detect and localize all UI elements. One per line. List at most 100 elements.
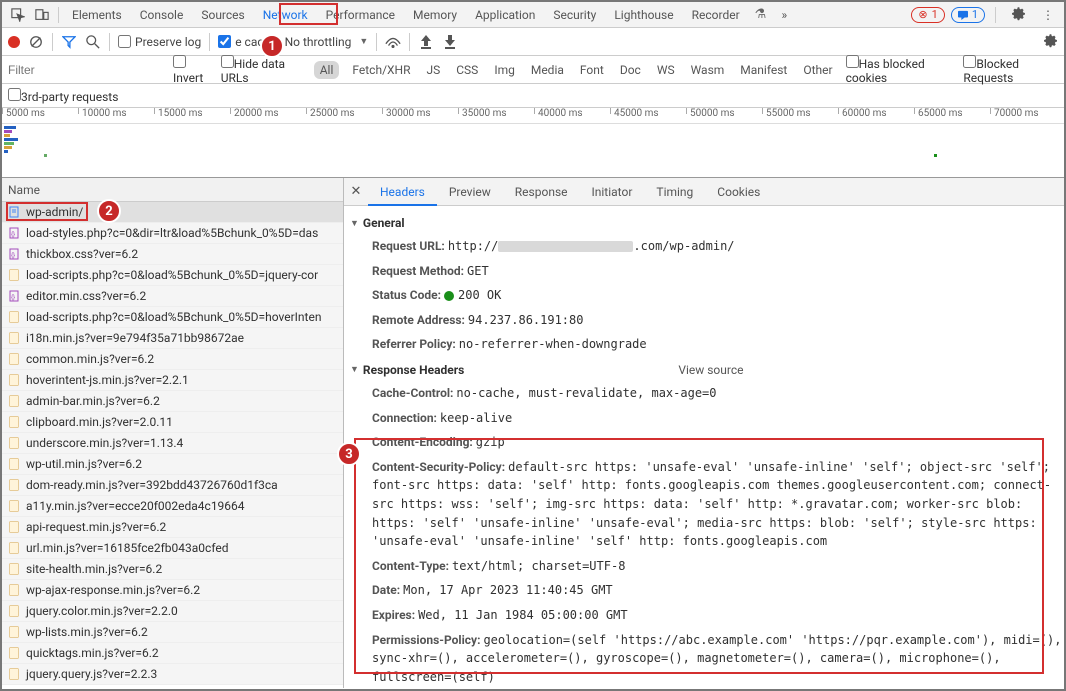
filter-type-ws[interactable]: WS [654, 61, 678, 79]
request-row[interactable]: wp-util.min.js?ver=6.2 [2, 454, 343, 475]
devtools-tab-security[interactable]: Security [544, 2, 605, 28]
has-blocked-cookies-checkbox[interactable]: Has blocked cookies [846, 55, 954, 85]
message-count-pill[interactable]: 1 [951, 7, 985, 23]
name-column-header[interactable]: Name [2, 178, 343, 202]
detail-tab-response[interactable]: Response [503, 178, 580, 206]
request-name: url.min.js?ver=16185fce2fb043a0cfed [26, 541, 228, 555]
detail-tab-cookies[interactable]: Cookies [705, 178, 772, 206]
request-row[interactable]: jquery.query.js?ver=2.2.3 [2, 664, 343, 685]
detail-tab-timing[interactable]: Timing [644, 178, 705, 206]
request-row[interactable]: wp-lists.min.js?ver=6.2 [2, 622, 343, 643]
request-row[interactable]: site-health.min.js?ver=6.2 [2, 559, 343, 580]
filter-type-media[interactable]: Media [528, 61, 567, 79]
request-row[interactable]: load-scripts.php?c=0&load%5Bchunk_0%5D=j… [2, 265, 343, 286]
filter-type-doc[interactable]: Doc [617, 61, 644, 79]
detail-tab-preview[interactable]: Preview [437, 178, 503, 206]
devtools-tab-memory[interactable]: Memory [404, 2, 466, 28]
blocked-requests-checkbox[interactable]: Blocked Requests [963, 55, 1058, 85]
preserve-log-checkbox[interactable]: Preserve log [118, 35, 201, 49]
devtools-tab-console[interactable]: Console [131, 2, 193, 28]
chevron-down-icon[interactable]: ▼ [359, 36, 368, 47]
request-row[interactable]: clipboard.min.js?ver=2.0.11 [2, 412, 343, 433]
request-row[interactable]: wp-ajax-response.min.js?ver=6.2 [2, 580, 343, 601]
filter-type-font[interactable]: Font [577, 61, 607, 79]
request-row[interactable]: common.min.js?ver=6.2 [2, 349, 343, 370]
request-row[interactable]: i18n.min.js?ver=9e794f35a71bb98672ae [2, 328, 343, 349]
timeline-ruler: 5000 ms10000 ms15000 ms20000 ms25000 ms3… [2, 108, 1064, 124]
request-row[interactable]: wp-admin/ [2, 202, 343, 223]
filter-icon[interactable] [61, 34, 77, 50]
filter-input[interactable] [8, 63, 163, 77]
inspect-icon[interactable] [6, 3, 30, 27]
headers-body[interactable]: ▼General Request URL: http://.com/wp-adm… [344, 206, 1064, 688]
devtools-tab-network[interactable]: Network [254, 2, 317, 28]
close-panel-icon[interactable]: ✕ [344, 184, 368, 199]
clear-icon[interactable] [28, 34, 44, 50]
devtools-tab-lighthouse[interactable]: Lighthouse [605, 2, 682, 28]
throttling-select[interactable]: No throttling [285, 35, 352, 49]
file-type-icon [8, 584, 20, 596]
devtools-tab-performance[interactable]: Performance [317, 2, 404, 28]
response-headers-section[interactable]: ▼Response HeadersView source [350, 357, 1064, 381]
filter-type-manifest[interactable]: Manifest [737, 61, 790, 79]
response-header-row: Permissions-Policy: geolocation=(self 'h… [350, 628, 1064, 689]
third-party-checkbox[interactable]: 3rd-party requests [8, 88, 118, 104]
network-conditions-icon[interactable] [385, 34, 401, 50]
request-row[interactable]: api-request.min.js?ver=6.2 [2, 517, 343, 538]
request-name: site-health.min.js?ver=6.2 [26, 562, 162, 576]
request-row[interactable]: load-scripts.php?c=0&load%5Bchunk_0%5D=h… [2, 307, 343, 328]
devtools-tab-application[interactable]: Application [466, 2, 544, 28]
request-row[interactable]: a11y.min.js?ver=ecce20f002eda4c19664 [2, 496, 343, 517]
error-count-pill[interactable]: ⊗ 1 [911, 7, 944, 23]
filter-type-other[interactable]: Other [800, 61, 835, 79]
kebab-menu-icon[interactable]: ⋮ [1036, 3, 1060, 27]
request-row[interactable]: {}thickbox.css?ver=6.2 [2, 244, 343, 265]
request-name: wp-ajax-response.min.js?ver=6.2 [26, 583, 200, 597]
filter-type-css[interactable]: CSS [453, 61, 481, 79]
filter-type-img[interactable]: Img [491, 61, 518, 79]
request-row[interactable]: dom-ready.min.js?ver=392bdd43726760d1f3c… [2, 475, 343, 496]
file-type-icon [8, 479, 20, 491]
request-row[interactable]: {}editor.min.css?ver=6.2 [2, 286, 343, 307]
request-row[interactable]: underscore.min.js?ver=1.13.4 [2, 433, 343, 454]
network-settings-gear-icon[interactable] [1042, 34, 1058, 50]
upload-har-icon[interactable] [418, 34, 434, 50]
device-toggle-icon[interactable] [30, 3, 54, 27]
tab-bar-right: ⊗ 1 1 ⋮ [911, 3, 1060, 27]
annotation-badge-2: 2 [97, 199, 121, 223]
request-method-row: Request Method: GET [350, 259, 1064, 284]
detail-tab-initiator[interactable]: Initiator [580, 178, 645, 206]
request-name: quicktags.min.js?ver=6.2 [26, 646, 159, 660]
search-icon[interactable] [85, 34, 101, 50]
filter-type-wasm[interactable]: Wasm [688, 61, 728, 79]
filter-type-js[interactable]: JS [424, 61, 444, 79]
general-section[interactable]: ▼General [350, 210, 1064, 234]
request-row[interactable]: url.min.js?ver=16185fce2fb043a0cfed [2, 538, 343, 559]
file-type-icon [8, 458, 20, 470]
request-row[interactable]: jquery.color.min.js?ver=2.2.0 [2, 601, 343, 622]
detail-tab-headers[interactable]: Headers [368, 178, 437, 206]
more-tabs-icon[interactable]: » [772, 3, 796, 27]
filter-type-fetch-xhr[interactable]: Fetch/XHR [349, 61, 413, 79]
download-har-icon[interactable] [442, 34, 458, 50]
request-row[interactable]: admin-bar.min.js?ver=6.2 [2, 391, 343, 412]
devtools-tab-sources[interactable]: Sources [192, 2, 253, 28]
devtools-tab-recorder[interactable]: Recorder [683, 2, 749, 28]
waterfall-overview[interactable]: 5000 ms10000 ms15000 ms20000 ms25000 ms3… [2, 108, 1064, 178]
response-header-row: Connection: keep-alive [350, 406, 1064, 431]
devtools-tab-elements[interactable]: Elements [63, 2, 131, 28]
request-row[interactable]: quicktags.min.js?ver=6.2 [2, 643, 343, 664]
hide-data-urls-checkbox[interactable]: Hide data URLs [221, 55, 304, 85]
filter-type-all[interactable]: All [314, 61, 340, 79]
view-source-link[interactable]: View source [678, 363, 743, 377]
request-name: underscore.min.js?ver=1.13.4 [26, 436, 183, 450]
invert-checkbox[interactable]: Invert [173, 55, 211, 85]
request-row[interactable]: hoverintent-js.min.js?ver=2.2.1 [2, 370, 343, 391]
record-button[interactable] [8, 36, 20, 48]
status-dot-icon [444, 291, 454, 301]
request-name: load-styles.php?c=0&dir=ltr&load%5Bchunk… [26, 226, 318, 240]
request-row[interactable]: {}load-styles.php?c=0&dir=ltr&load%5Bchu… [2, 223, 343, 244]
request-name: thickbox.css?ver=6.2 [26, 247, 138, 261]
settings-gear-icon[interactable] [1006, 3, 1030, 27]
request-list[interactable]: wp-admin/{}load-styles.php?c=0&dir=ltr&l… [2, 202, 343, 688]
